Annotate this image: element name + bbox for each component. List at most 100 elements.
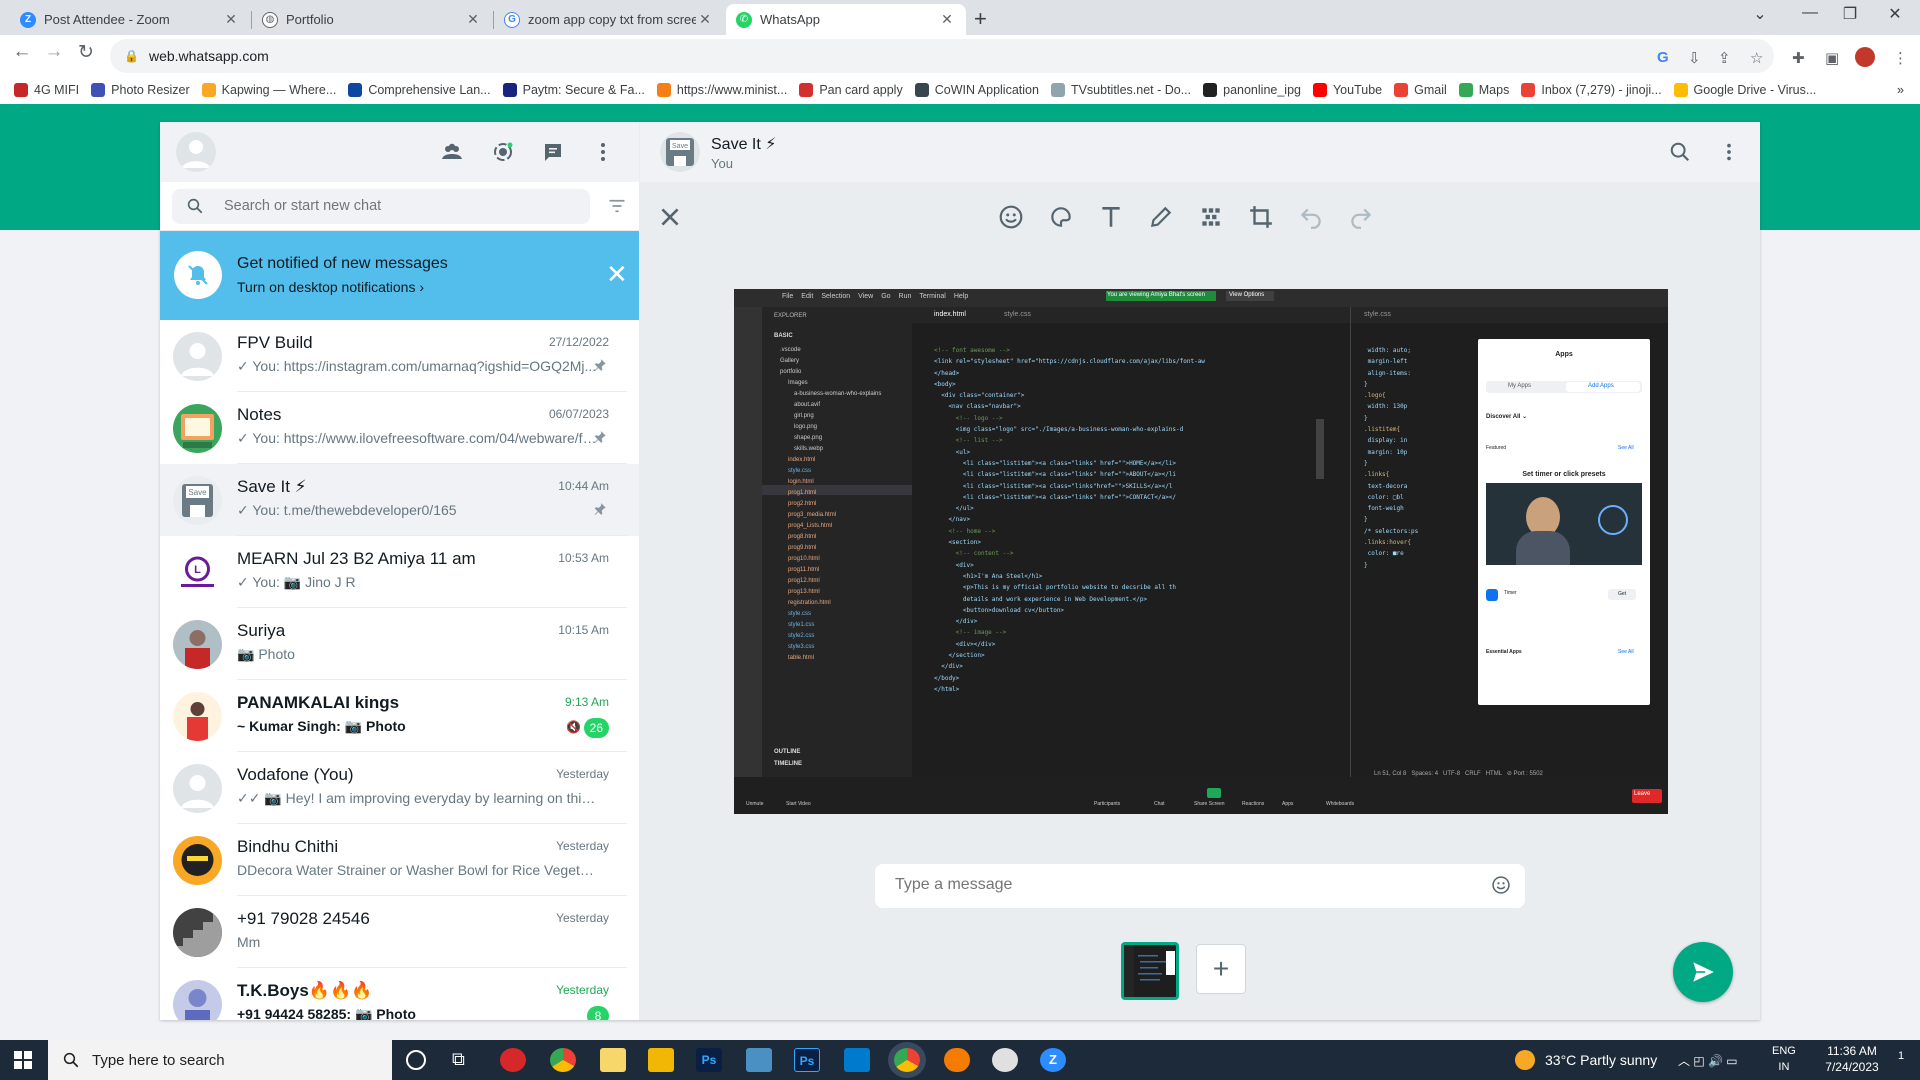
search-input[interactable] xyxy=(224,198,564,214)
tab-search-icon[interactable]: ⌄ xyxy=(1740,4,1780,24)
bookmark-item[interactable]: Gmail xyxy=(1394,82,1447,97)
close-tab-icon[interactable]: ✕ xyxy=(464,11,482,28)
cortana-icon[interactable] xyxy=(406,1050,426,1070)
bookmark-item[interactable]: https://www.minist... xyxy=(656,82,787,97)
photoshop-icon[interactable]: Ps xyxy=(696,1048,722,1072)
bookmark-item[interactable]: panonline_ipg xyxy=(1203,82,1301,97)
crop-icon[interactable] xyxy=(1248,204,1274,230)
search-icon[interactable] xyxy=(186,197,204,215)
back-icon[interactable]: ← xyxy=(8,41,36,63)
bookmark-item[interactable]: Inbox (7,279) - jinoji... xyxy=(1521,82,1662,97)
search-icon[interactable] xyxy=(1669,141,1691,163)
profile-avatar[interactable] xyxy=(1855,47,1875,67)
chat-list-item[interactable]: Notes 06/07/2023 ✓ You: https://www.ilovef… xyxy=(160,392,639,464)
side-panel-icon[interactable]: ▣ xyxy=(1825,49,1839,67)
conversation-avatar[interactable]: Save xyxy=(660,132,700,172)
file-explorer-icon[interactable] xyxy=(648,1048,674,1072)
chat-list-item[interactable]: Suriya 10:15 Am 📷 Photo xyxy=(160,608,639,680)
notification-link[interactable]: Turn on desktop notifications › xyxy=(237,279,424,295)
taskbar-search[interactable]: Type here to search xyxy=(48,1040,392,1080)
close-tab-icon[interactable]: ✕ xyxy=(222,11,240,28)
more-bookmarks-button[interactable]: » xyxy=(1897,83,1904,97)
forward-icon[interactable]: → xyxy=(40,41,68,63)
clock[interactable]: 11:36 AM 7/24/2023 xyxy=(1818,1043,1886,1075)
bookmark-item[interactable]: Pan card apply xyxy=(799,82,903,97)
bookmark-item[interactable]: Kapwing — Where... xyxy=(201,82,336,97)
tray-icons[interactable]: ︿ ◰ 🔊 ▭ xyxy=(1678,1052,1738,1069)
tab-google-search[interactable]: G zoom app copy txt from screen - ✕ xyxy=(494,4,724,35)
tab-portfolio[interactable]: ◍ Portfolio ✕ xyxy=(252,4,492,35)
add-file-button[interactable]: + xyxy=(1196,944,1246,994)
bookmark-item[interactable]: TVsubtitles.net - Do... xyxy=(1050,82,1191,97)
emoji-icon[interactable] xyxy=(998,204,1024,230)
chat-list-item[interactable]: Bindhu Chithi Yesterday DDecora Water Stra… xyxy=(160,824,639,896)
bookmark-item[interactable]: Maps xyxy=(1458,82,1509,97)
microphone-icon[interactable] xyxy=(944,1048,970,1072)
chat-list-item[interactable]: +91 79028 24546 Yesterday Mm xyxy=(160,896,639,968)
minimize-button[interactable]: — xyxy=(1790,4,1830,22)
send-button[interactable] xyxy=(1673,942,1733,1002)
bookmark-item[interactable]: Paytm: Secure & Fa... xyxy=(502,82,645,97)
weather-text[interactable]: 33°C Partly sunny xyxy=(1545,1052,1657,1068)
photos-icon[interactable] xyxy=(746,1048,772,1072)
chrome-active-icon[interactable] xyxy=(894,1048,920,1072)
app-icon-red[interactable] xyxy=(500,1048,526,1072)
zoom-icon[interactable]: Z xyxy=(1040,1048,1066,1072)
close-tab-icon[interactable]: ✕ xyxy=(938,11,956,28)
windows-start-icon[interactable] xyxy=(14,1051,32,1069)
blur-icon[interactable] xyxy=(1198,204,1224,230)
bookmark-item[interactable]: CoWIN Application xyxy=(914,82,1039,97)
chat-list-item[interactable]: Save Save It ⚡ 10:44 Am ✓ You: t.me/thewebd… xyxy=(160,464,639,536)
notes-icon[interactable] xyxy=(600,1048,626,1072)
bookmark-item[interactable]: Google Drive - Virus... xyxy=(1673,82,1816,97)
app-icon-grey[interactable] xyxy=(992,1048,1018,1072)
task-view-icon[interactable]: ⧉ xyxy=(452,1049,465,1070)
tab-zoom[interactable]: Z Post Attendee - Zoom ✕ xyxy=(10,4,250,35)
text-icon[interactable] xyxy=(1098,204,1124,230)
menu-icon[interactable] xyxy=(1718,141,1740,163)
status-icon[interactable] xyxy=(491,140,515,164)
bookmark-item[interactable]: 4G MIFI xyxy=(14,82,79,97)
extensions-icon[interactable]: ✚ xyxy=(1792,49,1805,67)
emoji-icon[interactable] xyxy=(1491,875,1511,895)
vscode-icon[interactable] xyxy=(844,1048,870,1072)
bookmark-item[interactable]: YouTube xyxy=(1312,82,1382,97)
menu-icon[interactable] xyxy=(591,140,615,164)
share-icon[interactable]: ⇪ xyxy=(1718,49,1731,67)
conversation-name[interactable]: Save It ⚡ xyxy=(711,134,776,154)
close-tab-icon[interactable]: ✕ xyxy=(696,11,714,28)
chrome-menu-icon[interactable]: ⋮ xyxy=(1893,49,1908,67)
close-window-button[interactable]: ✕ xyxy=(1875,4,1915,24)
close-icon[interactable] xyxy=(657,204,683,230)
caption-input[interactable] xyxy=(895,876,1455,894)
chrome-icon[interactable] xyxy=(550,1048,576,1072)
language-indicator[interactable]: ENG IN xyxy=(1772,1043,1796,1075)
communities-icon[interactable] xyxy=(440,140,464,164)
bookmark-item[interactable]: Photo Resizer xyxy=(91,82,190,97)
new-tab-button[interactable]: + xyxy=(974,6,987,32)
google-lens-icon[interactable]: G xyxy=(1657,49,1669,66)
address-bar[interactable]: 🔒 web.whatsapp.com xyxy=(110,39,1774,73)
chat-list-item[interactable]: L MEARN Jul 23 B2 Amiya 11 am 10:53 Am ✓ Yo… xyxy=(160,536,639,608)
chat-list-item[interactable]: PANAMKALAI kings 9:13 Am ~ Kumar Singh: 📷 … xyxy=(160,680,639,752)
notification-center-icon[interactable]: 1 xyxy=(1892,1050,1910,1068)
filter-icon[interactable] xyxy=(608,198,626,214)
my-avatar[interactable] xyxy=(176,132,216,172)
close-icon[interactable]: ✕ xyxy=(606,259,628,290)
redo-icon[interactable] xyxy=(1348,204,1374,230)
restore-button[interactable]: ❐ xyxy=(1830,4,1870,24)
chat-list-item[interactable]: Vodafone (You) Yesterday ✓✓ 📷 Hey! I am im… xyxy=(160,752,639,824)
pencil-icon[interactable] xyxy=(1148,204,1174,230)
install-app-icon[interactable]: ⇩ xyxy=(1688,49,1701,67)
tab-whatsapp[interactable]: ✆ WhatsApp ✕ xyxy=(726,4,966,35)
bookmark-star-icon[interactable]: ☆ xyxy=(1750,49,1763,67)
undo-icon[interactable] xyxy=(1298,204,1324,230)
reload-icon[interactable]: ↻ xyxy=(72,41,100,64)
bookmark-item[interactable]: Comprehensive Lan... xyxy=(348,82,491,97)
sticker-icon[interactable] xyxy=(1048,204,1074,230)
photoshop-icon[interactable]: Ps xyxy=(794,1048,820,1072)
chat-list-item[interactable]: T.K.Boys🔥🔥🔥 Yesterday +91 94424 58285: 📷 P… xyxy=(160,968,639,1020)
chat-list-item[interactable]: FPV Build 27/12/2022 ✓ You: https://instag… xyxy=(160,320,639,392)
new-chat-icon[interactable] xyxy=(541,140,565,164)
attachment-thumbnail[interactable] xyxy=(1121,942,1179,1000)
